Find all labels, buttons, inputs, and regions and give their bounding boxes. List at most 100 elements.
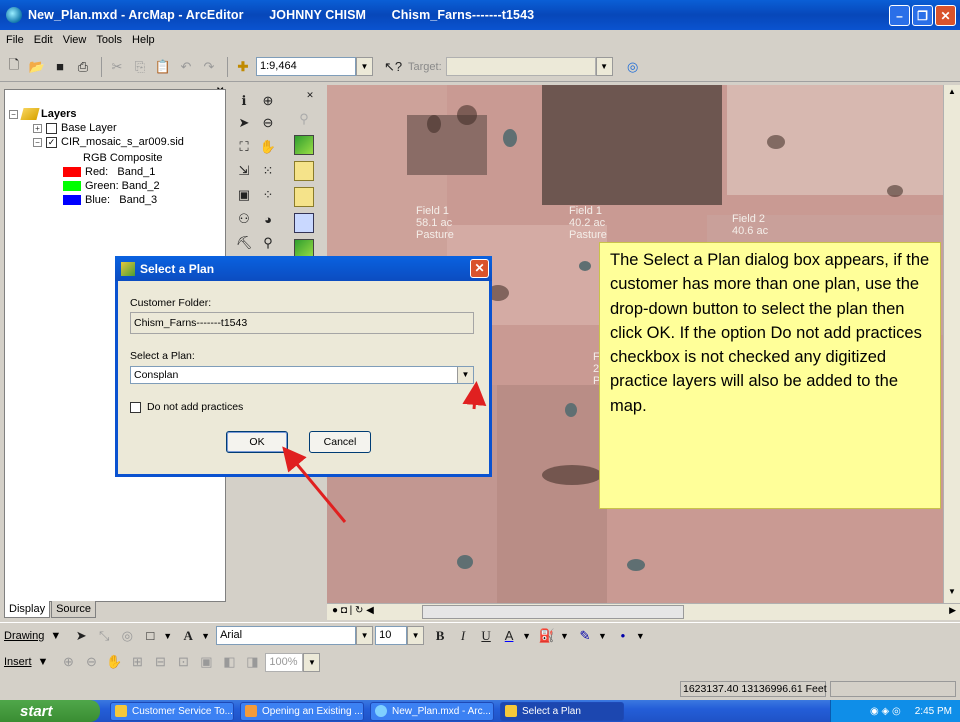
tab-source[interactable]: Source <box>51 601 96 618</box>
redo-icon[interactable]: ↷ <box>199 57 219 77</box>
plan-select[interactable]: Consplan ▼ <box>130 366 474 384</box>
rotate-icon[interactable]: ⤡ <box>94 626 114 646</box>
raster-checkbox[interactable]: ✓ <box>46 136 57 148</box>
new-document-icon[interactable]: 🗋 <box>4 57 24 77</box>
view-toggle-icons[interactable]: ● ◘ | ↻ ◀ <box>332 605 374 616</box>
map-horizontal-scrollbar[interactable]: ● ◘ | ↻ ◀ ▶ <box>327 603 960 620</box>
copy-icon[interactable]: ⎘ <box>130 57 150 77</box>
zoom-whole-page-icon[interactable]: ◎ <box>117 626 137 646</box>
menu-view[interactable]: View <box>63 34 87 46</box>
toc-layers-row[interactable]: − Layers <box>9 108 76 120</box>
marker-color-icon[interactable]: • <box>613 626 633 646</box>
taskbar-item-active[interactable]: Select a Plan <box>500 701 624 721</box>
fill-color-icon[interactable]: ⛽ <box>537 626 557 646</box>
layout-fixed-zoom-in-icon[interactable]: ⊞ <box>127 652 147 672</box>
collapse-icon[interactable]: − <box>33 137 42 147</box>
font-color-icon[interactable]: A <box>499 626 519 646</box>
target-dropdown-icon[interactable]: ▼ <box>595 57 613 76</box>
scale-dropdown-icon[interactable]: ▼ <box>356 57 373 76</box>
save-icon[interactable]: ■ <box>50 57 70 77</box>
menu-help[interactable]: Help <box>132 34 155 46</box>
layout-pan-icon[interactable]: ✋ <box>104 652 124 672</box>
print-icon[interactable]: ⎙ <box>73 57 93 77</box>
zoom-whole-page-layout-icon[interactable]: ⊡ <box>173 652 193 672</box>
select-features-icon[interactable]: ⛶ <box>234 137 254 157</box>
layer-list-icon[interactable] <box>294 187 314 207</box>
paste-icon[interactable]: 📋 <box>153 57 173 77</box>
go-back-extent-icon[interactable]: ◧ <box>219 652 239 672</box>
target-select[interactable] <box>445 57 596 76</box>
zoom-in-icon[interactable]: ⊕ <box>258 91 278 111</box>
font-select[interactable]: Arial <box>216 626 357 645</box>
full-extent-globe-icon[interactable]: ◕ <box>258 209 278 229</box>
insert-dropdown-icon[interactable]: ▼ <box>38 656 49 668</box>
layout-fixed-zoom-out-icon[interactable]: ⊟ <box>150 652 170 672</box>
map-vertical-scrollbar[interactable]: ▲ ▼ <box>943 85 960 603</box>
zoom-out-icon[interactable]: ⊖ <box>258 113 278 133</box>
scroll-right-icon[interactable]: ▶ <box>949 605 956 616</box>
layout-zoom-dropdown-icon[interactable]: ▼ <box>303 652 321 672</box>
menu-file[interactable]: File <box>6 34 24 46</box>
toc-base-layer-row[interactable]: + Base Layer <box>33 122 117 134</box>
magnifier-icon[interactable]: ⚲ <box>294 109 314 129</box>
identify-icon[interactable]: ℹ <box>234 91 254 111</box>
line-color-dropdown-icon[interactable]: ▼ <box>598 631 607 641</box>
fixed-zoom-out-icon[interactable]: ⁘ <box>258 185 278 205</box>
fixed-zoom-in-icon[interactable]: ⁙ <box>258 161 278 181</box>
font-dropdown-icon[interactable]: ▼ <box>356 626 374 645</box>
hyperlink-icon[interactable]: ⚲ <box>258 233 278 253</box>
zoom-100-icon[interactable]: ▣ <box>196 652 216 672</box>
taskbar-item[interactable]: Customer Service To... <box>110 701 234 721</box>
new-text-icon[interactable]: A <box>178 626 198 646</box>
menu-edit[interactable]: Edit <box>34 34 53 46</box>
collapse-icon[interactable]: − <box>9 109 18 119</box>
menu-tools[interactable]: Tools <box>96 34 122 46</box>
pan-hand-icon[interactable]: ✋ <box>258 137 278 157</box>
measure-icon[interactable]: ⛏ <box>234 233 254 253</box>
go-forward-extent-icon[interactable]: ◨ <box>242 652 262 672</box>
editor-icon[interactable]: ◎ <box>623 57 643 77</box>
font-size-dropdown-icon[interactable]: ▼ <box>407 626 425 645</box>
font-color-dropdown-icon[interactable]: ▼ <box>522 631 531 641</box>
minimize-button[interactable]: – <box>889 5 910 26</box>
cancel-button[interactable]: Cancel <box>309 431 371 453</box>
scroll-up-icon[interactable]: ▲ <box>946 87 958 99</box>
fill-color-dropdown-icon[interactable]: ▼ <box>560 631 569 641</box>
taskbar-item[interactable]: Opening an Existing ... <box>240 701 364 721</box>
text-dropdown-icon[interactable]: ▼ <box>201 631 210 641</box>
add-data-icon[interactable]: ✚ <box>233 57 253 77</box>
marker-color-dropdown-icon[interactable]: ▼ <box>636 631 645 641</box>
clear-selection-icon[interactable]: ▣ <box>234 185 254 205</box>
do-not-add-practices-checkbox[interactable] <box>130 401 141 413</box>
expand-icon[interactable]: + <box>33 123 42 133</box>
tray-icons[interactable]: ◉ ◈ ◎ <box>870 706 901 717</box>
ok-button[interactable]: OK <box>226 431 288 453</box>
insert-menu-button[interactable]: Insert <box>4 656 32 668</box>
taskbar-item[interactable]: New_Plan.mxd - Arc... <box>370 701 494 721</box>
select-elements-icon[interactable]: ⇲ <box>234 161 254 181</box>
scroll-thumb[interactable] <box>422 605 684 619</box>
bold-icon[interactable]: B <box>430 626 450 646</box>
do-not-add-practices-option[interactable]: Do not add practices <box>130 401 243 413</box>
plan-dropdown-icon[interactable]: ▼ <box>457 367 473 383</box>
base-layer-checkbox[interactable] <box>46 122 57 134</box>
layout-zoom-input[interactable]: 100% <box>265 652 304 672</box>
scroll-down-icon[interactable]: ▼ <box>946 587 958 599</box>
close-window-button[interactable]: ✕ <box>935 5 956 26</box>
italic-icon[interactable]: I <box>453 626 473 646</box>
edit-plan-icon[interactable] <box>294 161 314 181</box>
whats-this-icon[interactable]: ↖? <box>383 57 403 77</box>
drawing-menu-button[interactable]: Drawing <box>4 630 44 642</box>
rectangle-icon[interactable]: □ <box>140 626 160 646</box>
layout-zoom-out-icon[interactable]: ⊖ <box>81 652 101 672</box>
undo-icon[interactable]: ↶ <box>176 57 196 77</box>
tab-display[interactable]: Display <box>4 601 51 618</box>
line-color-icon[interactable]: ✎ <box>575 626 595 646</box>
select-elements-pointer-icon[interactable]: ➤ <box>71 626 91 646</box>
maximize-button[interactable]: ❐ <box>912 5 933 26</box>
find-binoculars-icon[interactable]: ⚇ <box>234 209 254 229</box>
cut-icon[interactable]: ✂ <box>107 57 127 77</box>
underline-icon[interactable]: U <box>476 626 496 646</box>
frame-icon[interactable] <box>294 213 314 233</box>
toc-raster-row[interactable]: − ✓ CIR_mosaic_s_ar009.sid <box>33 136 184 148</box>
